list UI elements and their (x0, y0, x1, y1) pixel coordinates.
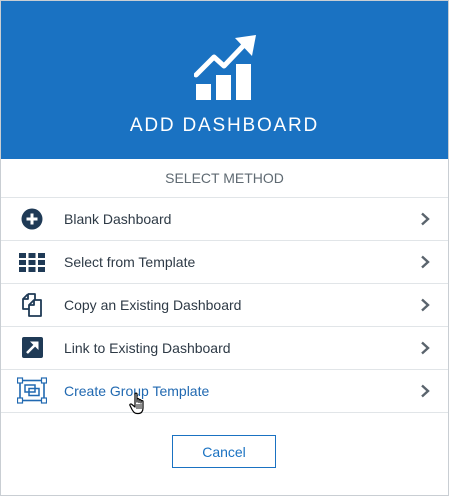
method-select-from-template[interactable]: Select from Template (1, 241, 448, 284)
method-label: Blank Dashboard (64, 211, 172, 227)
group-template-icon (17, 377, 47, 404)
method-link-existing-dashboard[interactable]: Link to Existing Dashboard (1, 327, 448, 370)
dialog-title: ADD DASHBOARD (129, 115, 320, 136)
method-list: Blank Dashboard Select from Template Cop… (1, 198, 448, 413)
method-blank-dashboard[interactable]: Blank Dashboard (1, 198, 448, 241)
chevron-right-icon (421, 384, 430, 398)
method-copy-existing-dashboard[interactable]: Copy an Existing Dashboard (1, 284, 448, 327)
link-arrow-icon (22, 337, 43, 358)
grid-icon (19, 253, 45, 272)
chart-growth-icon (194, 35, 256, 100)
cancel-button[interactable]: Cancel (172, 435, 276, 468)
hand-pointer-cursor-icon (129, 392, 144, 415)
dialog-header: ADD DASHBOARD (1, 1, 448, 159)
method-label: Copy an Existing Dashboard (64, 297, 242, 313)
method-label: Link to Existing Dashboard (64, 340, 231, 356)
plus-circle-icon (21, 208, 43, 230)
chevron-right-icon (421, 298, 430, 312)
method-label: Select from Template (64, 254, 196, 270)
chevron-right-icon (421, 341, 430, 355)
add-dashboard-dialog: ADD DASHBOARD SELECT METHOD Blank Dashbo… (0, 0, 449, 496)
select-method-heading: SELECT METHOD (1, 159, 448, 198)
chevron-right-icon (421, 255, 430, 269)
method-create-group-template[interactable]: Create Group Template (1, 370, 448, 413)
chevron-right-icon (421, 212, 430, 226)
copy-icon (22, 293, 42, 317)
